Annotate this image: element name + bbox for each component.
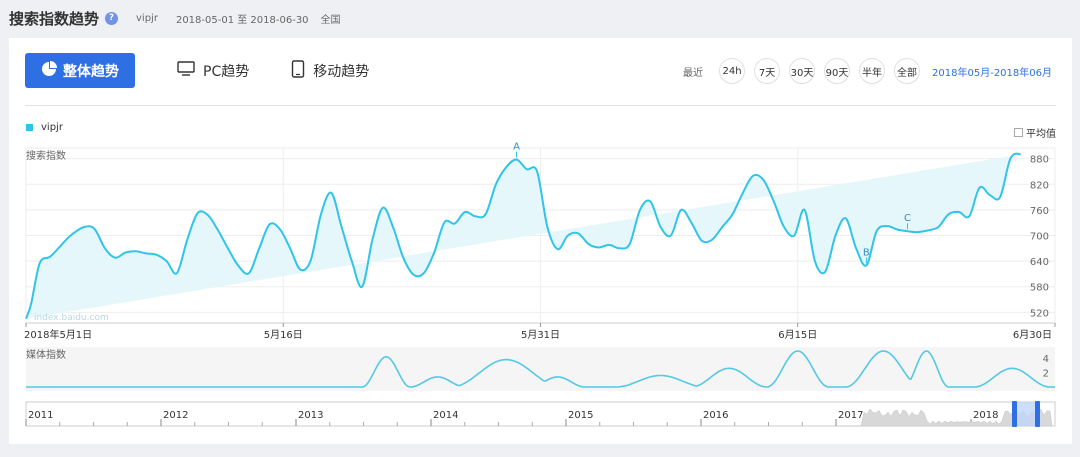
y-tick-label: 640 [1030, 257, 1049, 268]
timeline-year-label: 2015 [568, 410, 593, 421]
trend-chart[interactable]: 520 580 640 700 760 820 880 A B C 搜索指数 index.bai… [0, 0, 1080, 457]
x-tick-label: 5月16日 [264, 329, 303, 341]
timeline-year-label: 2013 [298, 410, 323, 421]
y-tick-label: 520 [1030, 308, 1049, 319]
timeline-handle-right[interactable] [1035, 401, 1040, 427]
search-index-area [26, 153, 1021, 319]
y-tick-label: 700 [1030, 232, 1049, 243]
timeline-year-label: 2012 [163, 410, 188, 421]
timeline-year-label: 2014 [433, 410, 458, 421]
y-tick-label: 760 [1030, 206, 1049, 217]
annotation-label: B [863, 247, 870, 258]
timeline-year-label: 2011 [28, 410, 53, 421]
y-tick-label: 880 [1030, 155, 1049, 166]
timeline-handle-left[interactable] [1012, 401, 1017, 427]
timeline-year-label: 2016 [703, 410, 728, 421]
timeline-year-label: 2017 [838, 410, 863, 421]
x-tick-label: 6月15日 [778, 329, 817, 341]
timeline-year-label: 2018 [973, 410, 998, 421]
media-y-tick-label: 2 [1043, 369, 1049, 380]
x-tick-label: 2018年5月1日 [24, 328, 92, 341]
media-y-tick-label: 4 [1043, 354, 1049, 365]
search-index-axis-label: 搜索指数 [26, 149, 66, 162]
y-tick-label: 580 [1030, 283, 1049, 294]
annotation-label: A [513, 142, 520, 153]
media-index-panel [26, 347, 1055, 391]
x-tick-label: 6月30日 [1013, 329, 1052, 341]
annotation-label: C [904, 213, 911, 224]
x-tick-label: 5月31日 [521, 329, 560, 341]
y-tick-label: 820 [1030, 180, 1049, 191]
watermark: index.baidu.com [34, 313, 109, 323]
media-index-axis-label: 媒体指数 [26, 348, 66, 361]
